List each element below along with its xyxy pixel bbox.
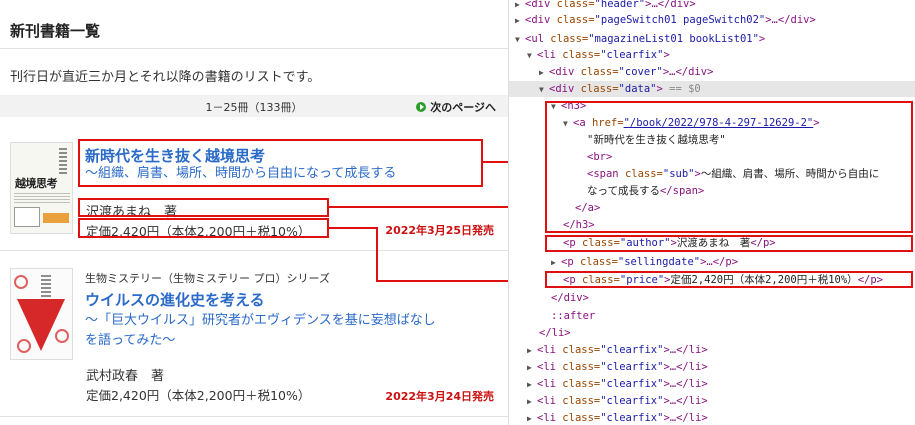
expand-triangle-icon[interactable]: ▶ — [527, 394, 537, 410]
cover-band — [14, 207, 40, 227]
connector-author-h1 — [329, 206, 517, 208]
expand-triangle-icon[interactable]: ▶ — [551, 255, 561, 271]
cover-orange-band — [43, 213, 69, 223]
next-page-link[interactable]: 次のページへ — [416, 99, 496, 115]
book-title-link[interactable]: ウイルスの進化史を考える — [85, 289, 265, 310]
expand-triangle-icon[interactable]: ▶ — [527, 343, 537, 359]
highlight-title-box — [78, 139, 483, 187]
title-divider — [0, 48, 508, 49]
book-cover[interactable] — [10, 268, 73, 360]
next-page-label: 次のページへ — [430, 101, 496, 114]
expand-triangle-icon[interactable]: ▶ — [527, 377, 537, 393]
dom-node[interactable]: ▶ <li class="clearfix">…</li> — [527, 410, 708, 425]
pager-bar: 1－25冊（133冊） 次のページへ — [0, 95, 508, 117]
book-release-date: 2022年3月25日発売 — [385, 224, 494, 237]
collapse-triangle-icon[interactable]: ▼ — [515, 32, 525, 48]
highlight-author-box — [78, 198, 329, 217]
book-author: 武村政春 著 — [86, 369, 165, 384]
dom-node[interactable]: ▶ <div class="pageSwitch01 pageSwitch02">… — [515, 12, 816, 28]
book-cover[interactable]: 越境思考 — [10, 142, 73, 234]
highlight-author-node-box — [545, 235, 913, 252]
book-divider — [0, 250, 508, 251]
expand-triangle-icon[interactable]: ▶ — [527, 360, 537, 376]
cover-decoration — [55, 329, 69, 343]
book-release-date: 2022年3月24日発売 — [385, 390, 494, 403]
book-subtitle-link[interactable]: ～「巨大ウイルス」研究者がエヴィデンスを基に妄想ばなし — [85, 311, 436, 331]
dom-node[interactable]: ▶ <li class="clearfix">…</li> — [527, 393, 708, 409]
dom-node[interactable]: ▶ <li class="clearfix">…</li> — [527, 359, 708, 375]
collapse-triangle-icon[interactable]: ▼ — [527, 48, 537, 64]
page-intro: 刊行日が直近三か月とそれ以降の書籍のリストです。 — [10, 70, 321, 85]
expand-triangle-icon[interactable]: ▶ — [527, 411, 537, 425]
cover-decoration — [17, 339, 31, 353]
book-subtitle-link[interactable]: を語ってみた～ — [85, 331, 175, 351]
highlight-h3-node-box — [545, 101, 913, 233]
expand-triangle-icon[interactable]: ▶ — [515, 13, 525, 29]
devtools-elements-panel: ▶ <div class="header">…</div> ▶ <div class… — [508, 0, 915, 425]
cover-title: 越境思考 — [15, 177, 58, 190]
arrow-right-icon — [416, 102, 427, 112]
dom-node[interactable]: ▶ <p class="sellingdate">…</p> — [551, 254, 738, 270]
dom-pseudo-node[interactable]: ::after — [551, 308, 595, 324]
dom-node[interactable]: ▼ <ul class="magazineList01 bookList01"> — [515, 31, 765, 47]
book-series[interactable]: 生物ミステリー（生物ミステリー プロ）シリーズ — [85, 270, 330, 286]
collapse-triangle-icon[interactable]: ▼ — [539, 82, 549, 98]
book-price: 定価2,420円（本体2,200円＋税10%） — [86, 388, 311, 403]
dom-node-selected[interactable]: ▼ <div class="data"> == $0 — [539, 81, 701, 97]
dom-node[interactable]: ▶ <li class="clearfix">…</li> — [527, 342, 708, 358]
dom-node[interactable]: </li> — [539, 325, 571, 341]
dom-node[interactable]: ▼ <li class="clearfix"> — [527, 47, 670, 63]
book-divider — [0, 416, 508, 417]
cover-vertical-text — [59, 148, 67, 176]
book-list-page: 新刊書籍一覧 刊行日が直近三か月とそれ以降の書籍のリストです。 1－25冊（13… — [0, 0, 508, 425]
connector-price-v — [376, 227, 378, 281]
highlight-price-node-box — [545, 271, 913, 288]
dom-node[interactable]: ▶ <div class="cover">…</div> — [539, 64, 713, 80]
connector-price-h1 — [329, 227, 377, 229]
page-title: 新刊書籍一覧 — [10, 22, 101, 40]
cover-subtext — [14, 193, 70, 203]
dom-node[interactable]: </div> — [551, 290, 589, 306]
expand-triangle-icon[interactable]: ▶ — [539, 65, 549, 81]
highlight-price-box — [78, 218, 329, 238]
dom-node[interactable]: ▶ <div class="header">…</div> — [515, 0, 696, 12]
dom-node[interactable]: ▶ <li class="clearfix">…</li> — [527, 376, 708, 392]
cover-decoration — [14, 275, 28, 289]
